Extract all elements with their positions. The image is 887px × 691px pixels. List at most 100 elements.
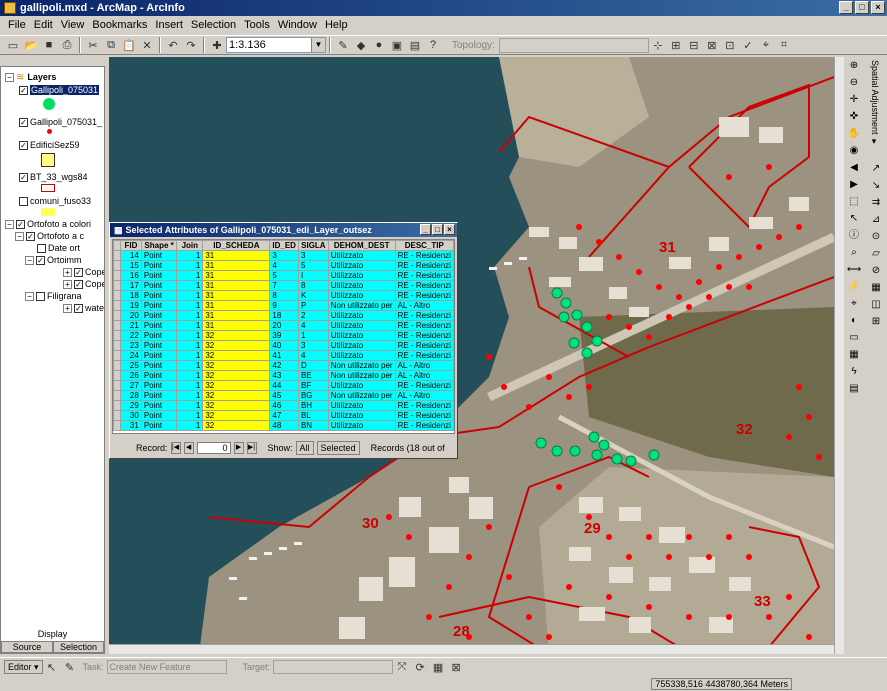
table-cell[interactable]: 17 (120, 280, 142, 291)
table-cell[interactable]: 1 (176, 310, 204, 321)
layer-checkbox[interactable]: ✓ (19, 117, 28, 127)
html-popup-icon[interactable]: ▭ (846, 330, 862, 346)
table-row[interactable]: 26 Point 1 32 43 BE Non utilizzato per AL - Alt… (113, 370, 454, 381)
column-header-sigla[interactable]: SIGLA (297, 240, 329, 251)
table-cell[interactable]: 28 (120, 390, 142, 401)
table-cell[interactable]: 32 (202, 420, 271, 431)
table-cell[interactable]: P (297, 300, 329, 311)
fixed-zoom-out-icon[interactable]: ✜ (846, 109, 862, 125)
table-cell[interactable]: 1 (176, 390, 204, 401)
table-cell[interactable]: RE - Residenzi (394, 290, 454, 301)
attributes-title-bar[interactable]: ▦ Selected Attributes of Gallipoli_07503… (110, 223, 457, 237)
table-cell[interactable]: Point (140, 350, 178, 361)
table-cell[interactable]: Point (140, 280, 178, 291)
table-cell[interactable]: BH (297, 400, 329, 411)
topology-combo[interactable] (498, 37, 649, 53)
table-cell[interactable]: AL - Altro (394, 370, 454, 381)
table-cell[interactable]: Utilizzato (327, 420, 396, 431)
table-cell[interactable]: 41 (269, 350, 299, 361)
table-cell[interactable]: Point (140, 270, 178, 281)
row-selector[interactable] (113, 340, 122, 351)
report-icon[interactable]: ▤ (846, 381, 862, 397)
table-row[interactable]: 15 Point 1 31 4 5 Utilizzato RE - Residenzi (113, 260, 454, 271)
layer-checkbox[interactable]: ✓ (19, 140, 28, 150)
table-row[interactable]: 16 Point 1 31 5 I Utilizzato RE - Residenzi (113, 270, 454, 281)
table-cell[interactable]: 9 (269, 300, 299, 311)
toc-layer-ortofoto[interactable]: − ✓ Ortofoto a colori (5, 218, 91, 230)
clear-links-icon[interactable]: ⊘ (868, 263, 884, 279)
table-cell[interactable]: 31 (202, 260, 271, 271)
table-row[interactable]: 24 Point 1 32 41 4 Utilizzato RE - Residenzi (113, 350, 454, 361)
table-cell[interactable]: RE - Residenzi (394, 260, 454, 271)
table-cell[interactable]: BN (297, 420, 329, 431)
identify-icon[interactable]: ⓘ (846, 228, 862, 244)
table-cell[interactable]: Point (140, 250, 178, 261)
table-cell[interactable]: 1 (176, 400, 204, 411)
table-cell[interactable]: Point (140, 380, 178, 391)
table-cell[interactable]: 1 (176, 420, 204, 431)
table-cell[interactable]: 31 (120, 420, 142, 431)
open-folder-icon[interactable]: 📂 (22, 37, 40, 54)
layer-checkbox[interactable] (19, 196, 28, 206)
attributes-icon[interactable]: ▦ (429, 659, 447, 676)
table-cell[interactable]: RE - Residenzi (394, 400, 454, 411)
table-cell[interactable]: RE - Residenzi (394, 310, 454, 321)
toc-sublayer-ortofoto-a-c[interactable]: − ✓ Ortofoto a c (15, 230, 84, 242)
source-tab[interactable]: Source (1, 641, 53, 653)
table-cell[interactable]: 43 (269, 370, 299, 381)
delete-icon[interactable]: ✕ (138, 37, 156, 54)
layer-checkbox[interactable]: ✓ (74, 303, 83, 313)
next-record-button[interactable]: ▶ (233, 442, 244, 454)
table-cell[interactable]: 21 (120, 320, 142, 331)
table-cell[interactable]: RE - Residenzi (394, 250, 454, 261)
table-cell[interactable]: Point (140, 300, 178, 311)
row-selector[interactable] (113, 390, 122, 401)
display-tab[interactable]: Display (1, 629, 104, 641)
area-link-icon[interactable]: ▱ (868, 246, 884, 262)
table-cell[interactable]: 39 (269, 330, 299, 341)
table-cell[interactable]: Point (140, 360, 178, 371)
menu-window[interactable]: Window (274, 19, 321, 31)
toc-sublayer-date[interactable]: Date ort (37, 242, 80, 254)
table-cell[interactable]: Non utilizzato per (327, 360, 396, 371)
table-cell[interactable]: 3 (297, 250, 329, 261)
layer-checkbox[interactable]: ✓ (74, 267, 83, 277)
save-icon[interactable]: ■ (40, 37, 58, 54)
table-cell[interactable]: Utilizzato (327, 290, 396, 301)
column-header-fid[interactable]: FID (120, 240, 142, 251)
table-row[interactable]: 19 Point 1 31 9 P Non utilizzato per AL - Altro (113, 300, 454, 311)
table-cell[interactable]: RE - Residenzi (394, 380, 454, 391)
table-cell[interactable]: 1 (176, 280, 204, 291)
table-cell[interactable]: Point (140, 400, 178, 411)
table-cell[interactable]: 26 (120, 370, 142, 381)
column-header-join[interactable]: Join (176, 240, 204, 251)
table-cell[interactable]: RE - Residenzi (394, 320, 454, 331)
table-cell[interactable]: 18 (269, 310, 299, 321)
topology-edit-icon[interactable]: ⊞ (667, 37, 685, 54)
topology-extra-icon[interactable]: ⌗ (775, 37, 793, 54)
table-cell[interactable]: BG (297, 390, 329, 401)
toc-layer-bt33[interactable]: ✓ BT_33_wgs84 (19, 171, 88, 183)
table-cell[interactable]: 1 (297, 330, 329, 341)
new-document-icon[interactable]: ▭ (4, 37, 22, 54)
selection-tab[interactable]: Selection (53, 641, 104, 653)
row-selector[interactable] (113, 400, 122, 411)
table-cell[interactable]: 1 (176, 250, 204, 261)
time-slider-icon[interactable]: ◐ (846, 313, 862, 329)
table-cell[interactable]: Utilizzato (327, 270, 396, 281)
column-header-id-ed[interactable]: ID_ED (269, 240, 299, 251)
select-features-icon[interactable]: ⬚ (846, 194, 862, 210)
menu-view[interactable]: View (57, 19, 89, 31)
zoom-in-icon[interactable]: ⊕ (846, 58, 862, 74)
table-cell[interactable]: 5 (297, 260, 329, 271)
layers-root[interactable]: − ≋ Layers (5, 71, 56, 83)
table-cell[interactable]: Point (140, 420, 178, 431)
table-cell[interactable]: Point (140, 330, 178, 341)
table-cell[interactable]: 27 (120, 380, 142, 391)
toc-sublayer-cope-2[interactable]: + ✓ Cope (63, 278, 104, 290)
catalog-icon[interactable]: ▤ (406, 37, 424, 54)
table-row[interactable]: 25 Point 1 32 42 D Non utilizzato per AL - Altr… (113, 360, 454, 371)
table-cell[interactable]: 32 (202, 370, 271, 381)
table-row[interactable]: 29 Point 1 32 46 BH Utilizzato RE - Residenzi (113, 400, 454, 411)
attr-close-button[interactable]: × (444, 224, 455, 235)
